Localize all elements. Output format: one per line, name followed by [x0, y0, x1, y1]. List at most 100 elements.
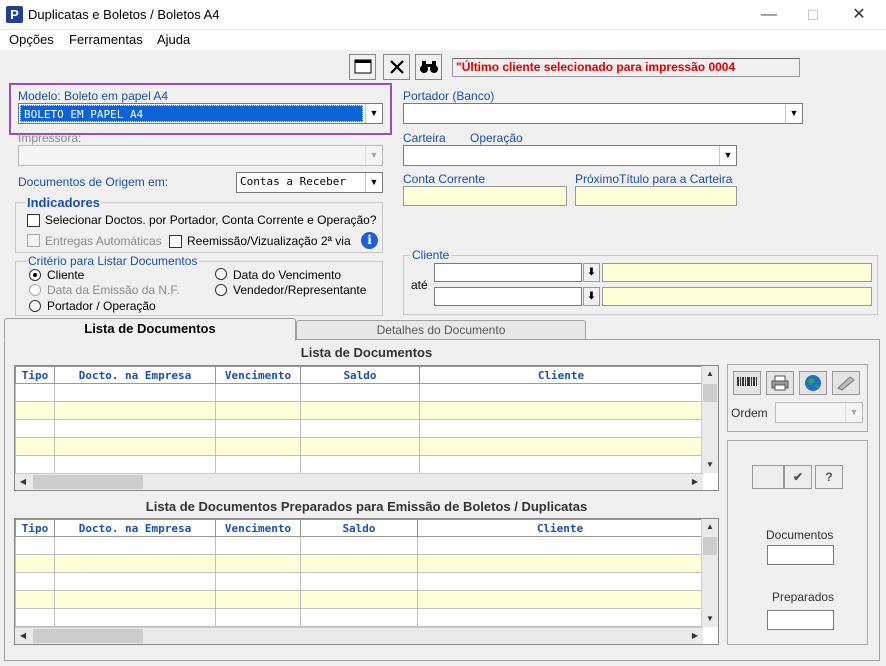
column-header[interactable]: Cliente: [417, 519, 703, 537]
data-vencimento-label: Data do Vencimento: [233, 268, 342, 282]
window-icon-button[interactable]: [349, 54, 376, 80]
table-row[interactable]: [15, 608, 703, 627]
documentos-grid[interactable]: Tipo Docto. na Empresa Vencimento Saldo …: [14, 365, 719, 491]
tab-detalhes-documento[interactable]: Detalhes do Documento: [296, 320, 586, 339]
preparados-grid[interactable]: Tipo Docto. na Empresa Vencimento Saldo …: [14, 518, 719, 645]
barcode-icon[interactable]: [733, 371, 761, 395]
chevron-down-icon: ▼: [719, 146, 736, 165]
printer-icon[interactable]: [766, 371, 794, 395]
chevron-down-icon: ▼: [365, 146, 382, 165]
grid1-title: Lista de Documentos: [300, 345, 433, 360]
table-row[interactable]: [15, 554, 703, 573]
scroll-right-icon[interactable]: ▶: [687, 474, 703, 490]
globe-icon[interactable]: [799, 371, 827, 395]
ordem-select[interactable]: ▼: [775, 402, 863, 423]
menu-opcoes[interactable]: Opções: [9, 32, 54, 47]
menu-ajuda[interactable]: Ajuda: [157, 32, 190, 47]
edit-icon[interactable]: [832, 371, 860, 395]
portador-select[interactable]: ▼: [403, 103, 803, 124]
close-button[interactable]: ✕: [836, 0, 882, 30]
window-icon: [354, 59, 371, 74]
table-row[interactable]: [15, 383, 703, 402]
data-vencimento-radio[interactable]: [215, 268, 227, 280]
cliente-from-name: [602, 263, 872, 282]
table-row[interactable]: [15, 437, 703, 456]
scroll-thumb[interactable]: [703, 537, 717, 555]
column-header[interactable]: Tipo: [15, 519, 55, 537]
column-header[interactable]: Saldo: [300, 519, 418, 537]
scroll-left-icon[interactable]: ◀: [15, 628, 31, 644]
scroll-right-icon[interactable]: ▶: [687, 628, 703, 644]
table-row[interactable]: [15, 455, 703, 474]
chevron-down-icon: ▼: [785, 104, 802, 123]
modelo-value: BOLETO EM PAPEL A4: [20, 105, 363, 122]
menu-ferramentas[interactable]: Ferramentas: [69, 32, 143, 47]
cliente-title: Cliente: [410, 248, 452, 262]
portador-radio[interactable]: [29, 300, 41, 312]
table-row[interactable]: [15, 536, 703, 555]
column-header[interactable]: Vencimento: [215, 366, 301, 384]
cliente-from-input[interactable]: [434, 263, 582, 282]
scroll-thumb[interactable]: [33, 475, 143, 489]
info-icon[interactable]: i: [361, 232, 378, 249]
scroll-thumb[interactable]: [703, 384, 717, 402]
data-emissao-label: Data da Emissão da N.F.: [47, 283, 180, 297]
scroll-down-icon[interactable]: ▼: [702, 611, 718, 627]
carteira-select[interactable]: ▼: [403, 145, 737, 166]
conta-corrente-field[interactable]: [403, 186, 567, 206]
data-emissao-radio[interactable]: [29, 284, 41, 296]
column-header[interactable]: Saldo: [300, 366, 420, 384]
confirm-button[interactable]: ✔: [784, 465, 812, 489]
table-row[interactable]: [15, 572, 703, 591]
scroll-up-icon[interactable]: ▲: [702, 366, 718, 382]
title-bar: P Duplicatas e Boletos / Boletos A4 — ☐ …: [0, 0, 886, 30]
modelo-select[interactable]: BOLETO EM PAPEL A4 ▼: [18, 103, 383, 124]
tab-lista-documentos[interactable]: Lista de Documentos: [4, 318, 296, 341]
proximo-titulo-label: PróximoTítulo para a Carteira: [575, 172, 733, 186]
help-button[interactable]: ?: [815, 465, 843, 489]
cliente-to-input[interactable]: [434, 287, 582, 306]
selecionar-checkbox[interactable]: [27, 214, 40, 227]
column-header[interactable]: Vencimento: [215, 519, 301, 537]
grid-header: Tipo Docto. na Empresa Vencimento Saldo …: [15, 519, 703, 537]
vertical-scrollbar[interactable]: ▲ ▼: [701, 519, 718, 627]
scroll-thumb[interactable]: [33, 629, 143, 643]
modelo-label: Modelo: Boleto em papel A4: [18, 89, 169, 103]
vendedor-radio[interactable]: [215, 284, 227, 296]
table-row[interactable]: [15, 419, 703, 438]
reemissao-label: Reemissão/Vizualização 2ª via: [187, 234, 351, 248]
chevron-down-icon: ▼: [365, 104, 382, 123]
vendedor-label: Vendedor/Representante: [233, 283, 367, 297]
indicadores-title: Indicadores: [25, 195, 102, 210]
scroll-up-icon[interactable]: ▲: [702, 519, 718, 535]
x-icon: [389, 60, 404, 74]
documentos-origem-value: Contas a Receber: [240, 175, 346, 188]
window-title: Duplicatas e Boletos / Boletos A4: [28, 7, 220, 22]
download-icon[interactable]: ⬇: [583, 263, 600, 282]
criterio-title: Critério para Listar Documentos: [26, 254, 200, 268]
blank-button[interactable]: [752, 465, 784, 489]
column-header[interactable]: Docto. na Empresa: [54, 519, 216, 537]
minimize-button[interactable]: —: [746, 0, 792, 30]
documentos-origem-label: Documentos de Origem em:: [18, 175, 169, 189]
horizontal-scrollbar[interactable]: ◀ ▶: [15, 627, 703, 644]
cliente-radio[interactable]: [29, 269, 41, 281]
download-icon[interactable]: ⬇: [583, 287, 600, 306]
search-button[interactable]: [415, 54, 442, 80]
entregas-checkbox[interactable]: [27, 234, 40, 247]
table-row[interactable]: [15, 590, 703, 609]
vertical-scrollbar[interactable]: ▲ ▼: [701, 366, 718, 473]
horizontal-scrollbar[interactable]: ◀ ▶: [15, 473, 703, 490]
column-header[interactable]: Docto. na Empresa: [54, 366, 216, 384]
proximo-titulo-field[interactable]: [575, 186, 737, 206]
table-row[interactable]: [15, 401, 703, 420]
maximize-button[interactable]: ☐: [790, 0, 836, 30]
column-header[interactable]: Tipo: [15, 366, 55, 384]
impressora-select[interactable]: ▼: [18, 145, 383, 166]
reemissao-checkbox[interactable]: [169, 235, 182, 248]
scroll-down-icon[interactable]: ▼: [702, 457, 718, 473]
scroll-left-icon[interactable]: ◀: [15, 474, 31, 490]
cancel-button[interactable]: [383, 54, 410, 80]
column-header[interactable]: Cliente: [419, 366, 703, 384]
documentos-origem-select[interactable]: Contas a Receber ▼: [236, 172, 383, 193]
